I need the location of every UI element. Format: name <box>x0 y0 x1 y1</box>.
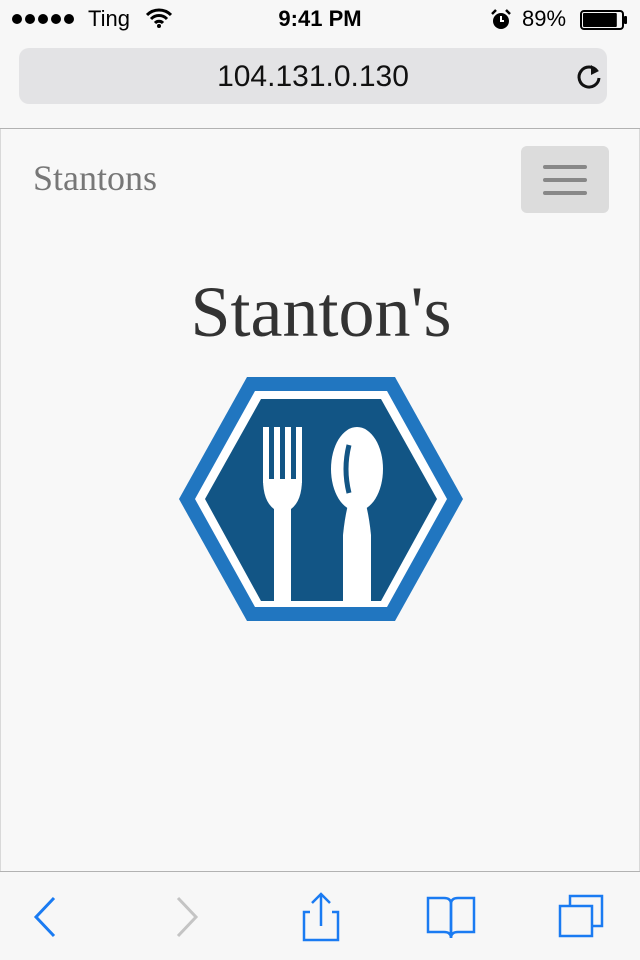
book-icon[interactable] <box>426 892 476 942</box>
chevron-left-icon[interactable] <box>22 892 72 942</box>
alarm-icon <box>491 9 511 29</box>
signal-strength-icon <box>12 14 74 24</box>
address-bar-area: 104.131.0.130 <box>0 40 640 129</box>
browser-toolbar <box>0 871 640 960</box>
battery-percentage: 89% <box>522 6 567 31</box>
fork-spoon-hexagon-icon <box>179 377 463 621</box>
carrier-name: Ting <box>88 6 130 31</box>
wifi-icon <box>146 8 172 28</box>
reload-icon[interactable] <box>575 62 603 90</box>
share-icon[interactable] <box>296 892 346 942</box>
menu-bar-icon <box>543 165 587 169</box>
battery-icon <box>580 10 627 30</box>
navbar-brand[interactable]: Stantons <box>33 157 157 199</box>
menu-bar-icon <box>543 191 587 195</box>
hamburger-menu-button[interactable] <box>521 146 609 213</box>
page-title: Stanton's <box>190 272 452 352</box>
status-bar: Ting 9:41 PM 89% <box>0 0 640 40</box>
address-field[interactable]: 104.131.0.130 <box>19 48 607 104</box>
web-content: Stantons Stanton's <box>0 129 640 871</box>
chevron-right-icon[interactable] <box>160 892 210 942</box>
tabs-icon[interactable] <box>556 892 606 942</box>
menu-bar-icon <box>543 178 587 182</box>
url-text[interactable]: 104.131.0.130 <box>19 60 607 94</box>
